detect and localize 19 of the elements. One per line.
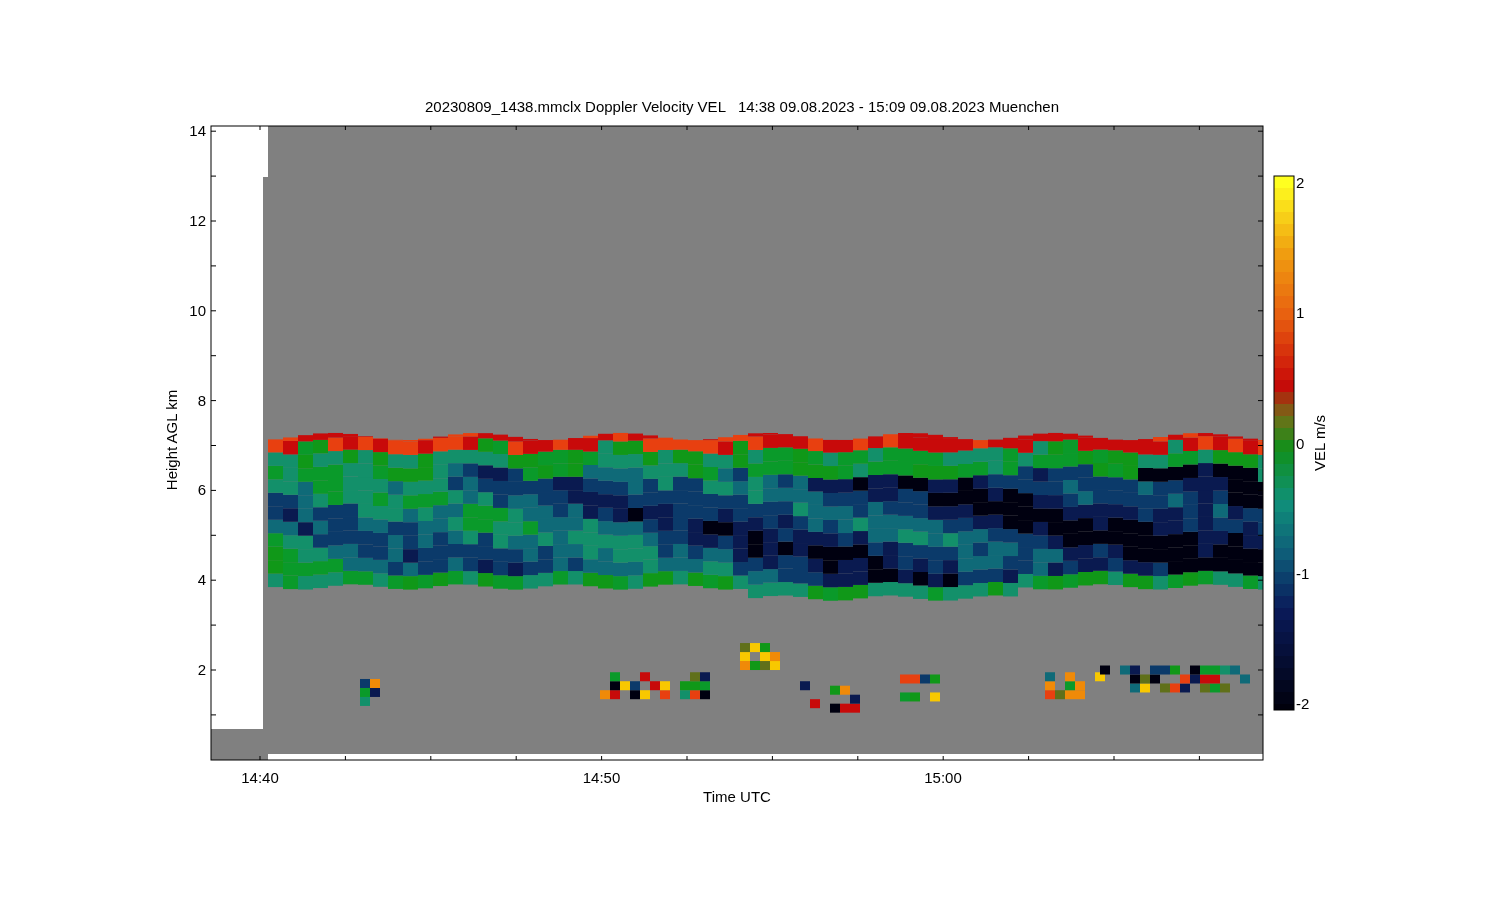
axis-tick-label: 14 [189,122,206,140]
axis-label: Time UTC [703,788,771,805]
axis-label: Height AGL km [163,389,180,491]
colorbar-tick-label: 2 [1296,174,1305,191]
colorbar-label: VEL m/s [1311,414,1328,472]
colorbar-tick-label: -2 [1296,695,1310,712]
axis-tick-label: 15:00 [924,769,962,786]
axis-tick-label: 8 [197,391,206,409]
axis-tick-label: 14:40 [241,769,279,786]
axis-tick-label: 6 [197,481,206,499]
axis-tick-label: 10 [189,301,206,319]
axis-tick-label: 4 [197,571,206,589]
axis-tick-label: 14:50 [582,769,621,786]
colorbar-tick-label: -1 [1296,564,1310,582]
axis-tick-label: 2 [197,661,206,678]
plot-title: 20230809_1438.mmclx Doppler Velocity VEL 14:38 09.08.2023 - 15:09 09.08.2023 Muenchen [424,98,1060,115]
colorbar-tick-label: 1 [1296,304,1305,322]
colorbar-tick-label: 0 [1296,434,1305,452]
axis-tick-label: 12 [189,212,206,229]
